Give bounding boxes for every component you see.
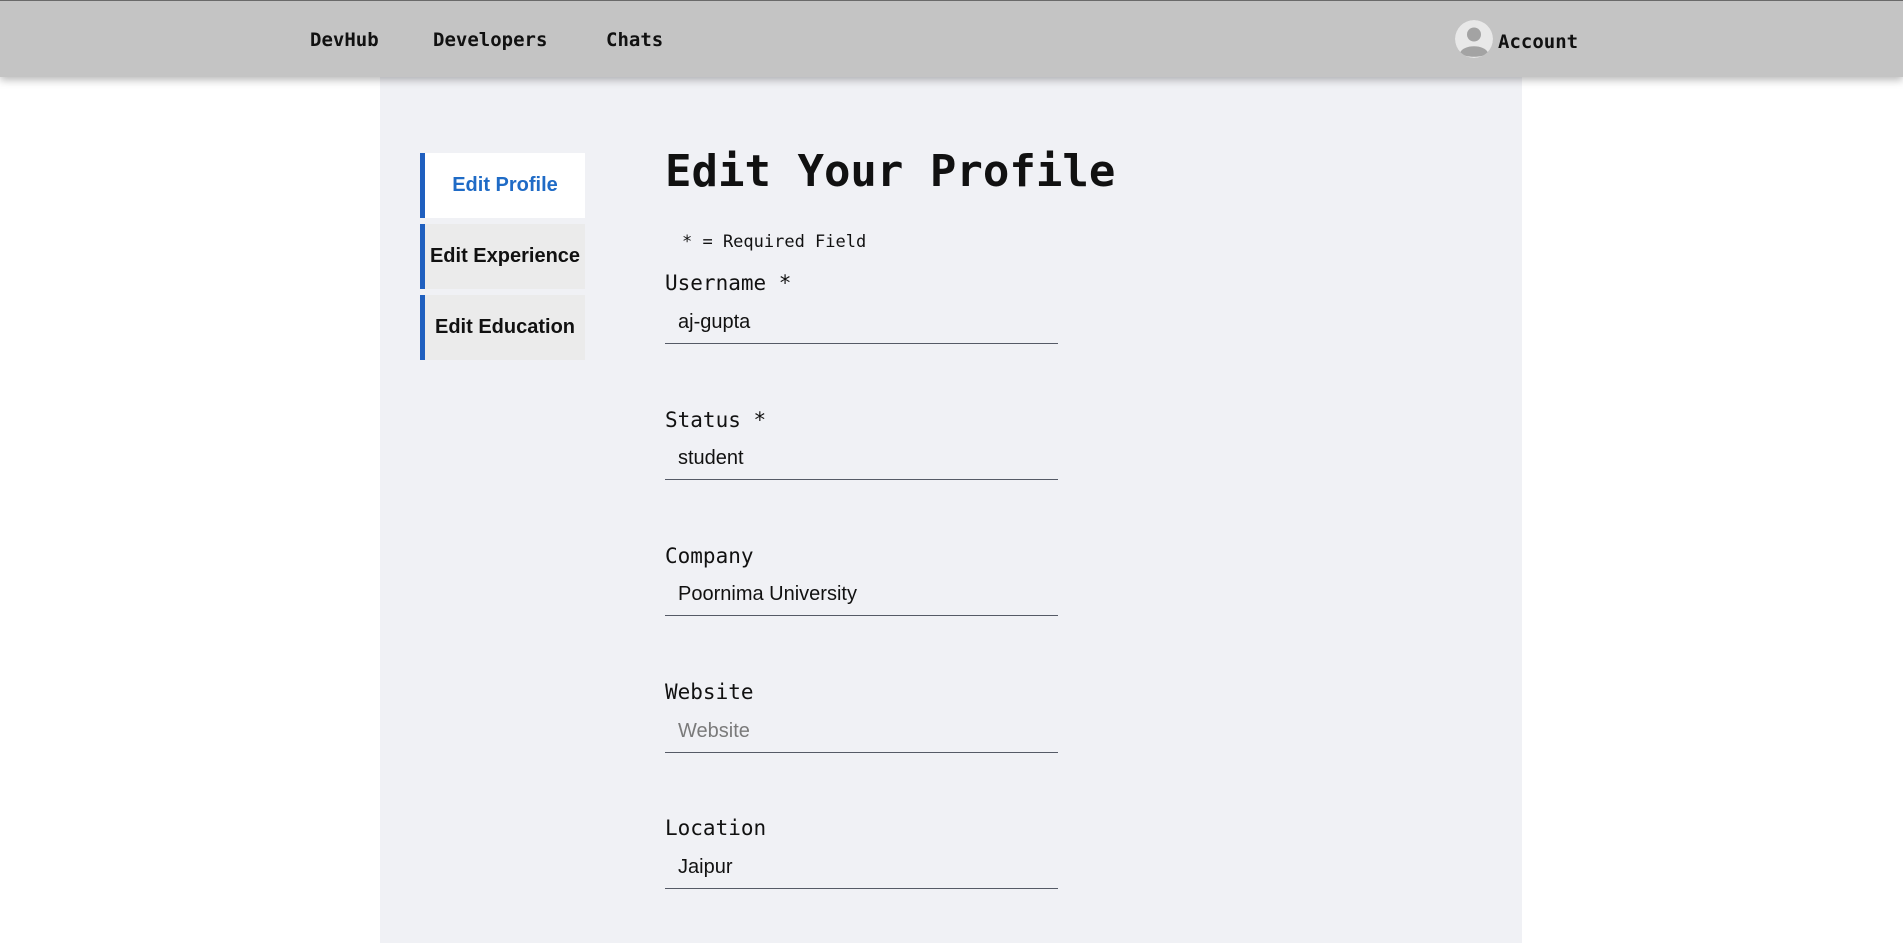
- user-avatar-icon: [1455, 20, 1493, 58]
- page-title: Edit Your Profile: [665, 146, 1116, 197]
- website-label: Website: [665, 680, 754, 704]
- top-navbar: DevHub Developers Chats Account: [0, 0, 1903, 77]
- company-label: Company: [665, 544, 754, 568]
- account-label: Account: [1498, 31, 1579, 53]
- status-label: Status *: [665, 408, 767, 432]
- nav-brand-devhub[interactable]: DevHub: [310, 29, 379, 51]
- account-menu[interactable]: Account: [1455, 19, 1578, 59]
- username-label: Username *: [665, 271, 792, 295]
- location-field[interactable]: [665, 847, 1058, 889]
- location-label: Location: [665, 816, 767, 840]
- tab-edit-profile[interactable]: Edit Profile: [420, 153, 585, 218]
- nav-link-chats[interactable]: Chats: [606, 29, 663, 51]
- status-field[interactable]: [665, 438, 1058, 480]
- nav-link-developers[interactable]: Developers: [433, 29, 547, 51]
- website-field[interactable]: [665, 711, 1058, 753]
- tab-edit-education[interactable]: Edit Education: [420, 295, 585, 360]
- username-field[interactable]: [665, 302, 1058, 344]
- company-field[interactable]: [665, 574, 1058, 616]
- required-field-note: * = Required Field: [682, 232, 867, 252]
- tab-edit-experience[interactable]: Edit Experience: [420, 224, 585, 289]
